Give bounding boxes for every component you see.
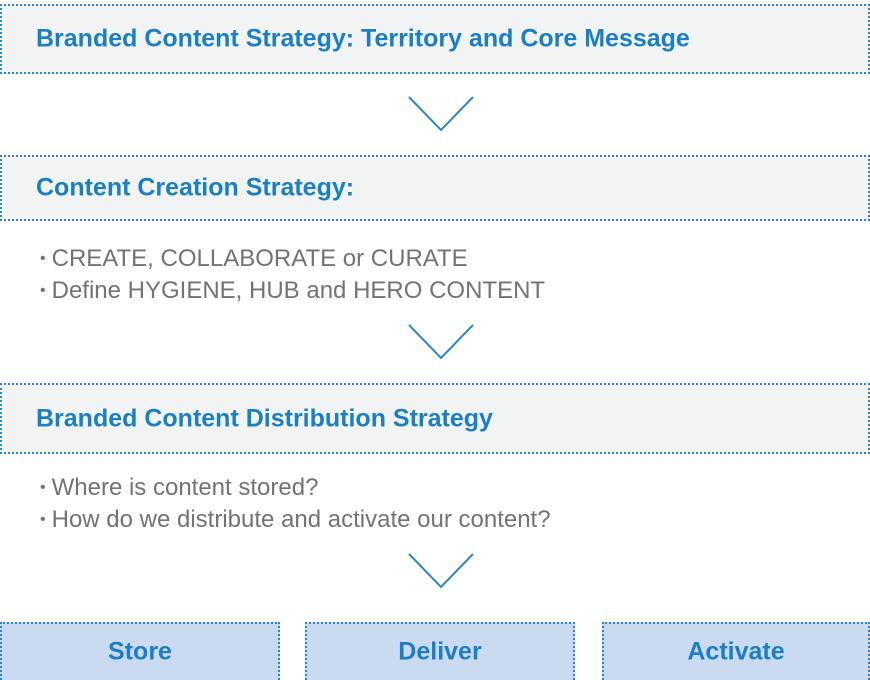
stage-box-creation: Content Creation Strategy: (0, 155, 870, 221)
stage-box-territory: Branded Content Strategy: Territory and … (0, 4, 870, 74)
bullet-text: CREATE, COLLABORATE or CURATE (51, 245, 468, 272)
bullet-text: Define HYGIENE, HUB and HERO CONTENT (51, 277, 546, 304)
bullet-dot: • (40, 250, 46, 267)
stage-title-distribution: Branded Content Distribution Strategy (36, 404, 493, 432)
action-box-store: Store (0, 622, 280, 680)
bullet-dot: • (40, 479, 46, 496)
creation-bullet-list: • CREATE, COLLABORATE or CURATE • Define H… (40, 243, 545, 307)
bullet-dot: • (40, 282, 46, 299)
bullet-text: How do we distribute and activate our co… (51, 506, 551, 533)
stage-box-distribution: Branded Content Distribution Strategy (0, 383, 870, 454)
stage-title-territory: Branded Content Strategy: Territory and … (36, 24, 690, 53)
stage-title-creation: Content Creation Strategy: (36, 173, 355, 202)
chevron-down-icon (408, 96, 474, 132)
chevron-down-icon (408, 324, 474, 360)
bullet-item: • How do we distribute and activate our c… (40, 504, 551, 536)
action-box-deliver: Deliver (305, 622, 575, 680)
action-label-deliver: Deliver (398, 637, 482, 666)
action-label-activate: Activate (687, 637, 785, 666)
bullet-item: • Where is content stored? (40, 472, 551, 504)
action-box-activate: Activate (602, 622, 870, 680)
chevron-down-icon (408, 553, 474, 589)
bullet-item: • CREATE, COLLABORATE or CURATE (40, 243, 545, 275)
bullet-dot: • (40, 511, 46, 528)
action-label-store: Store (108, 637, 172, 666)
bullet-item: • Define HYGIENE, HUB and HERO CONTENT (40, 275, 545, 307)
bullet-text: Where is content stored? (51, 474, 319, 501)
content-strategy-diagram: { "stages": [ { "title": "Branded Conten… (0, 0, 870, 680)
distribution-bullet-list: • Where is content stored? • How do we dis… (40, 472, 551, 536)
